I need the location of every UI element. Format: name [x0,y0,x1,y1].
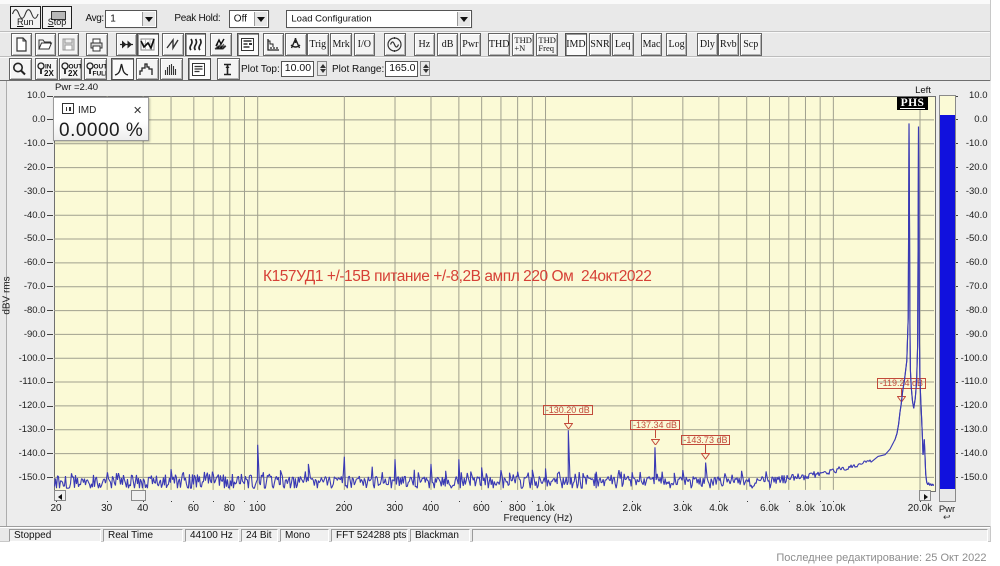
svg-text:2X: 2X [44,69,54,78]
svg-text:OUT: OUT [94,63,107,70]
svg-text:2X: 2X [68,69,78,78]
svg-text:FULL: FULL [93,70,107,77]
